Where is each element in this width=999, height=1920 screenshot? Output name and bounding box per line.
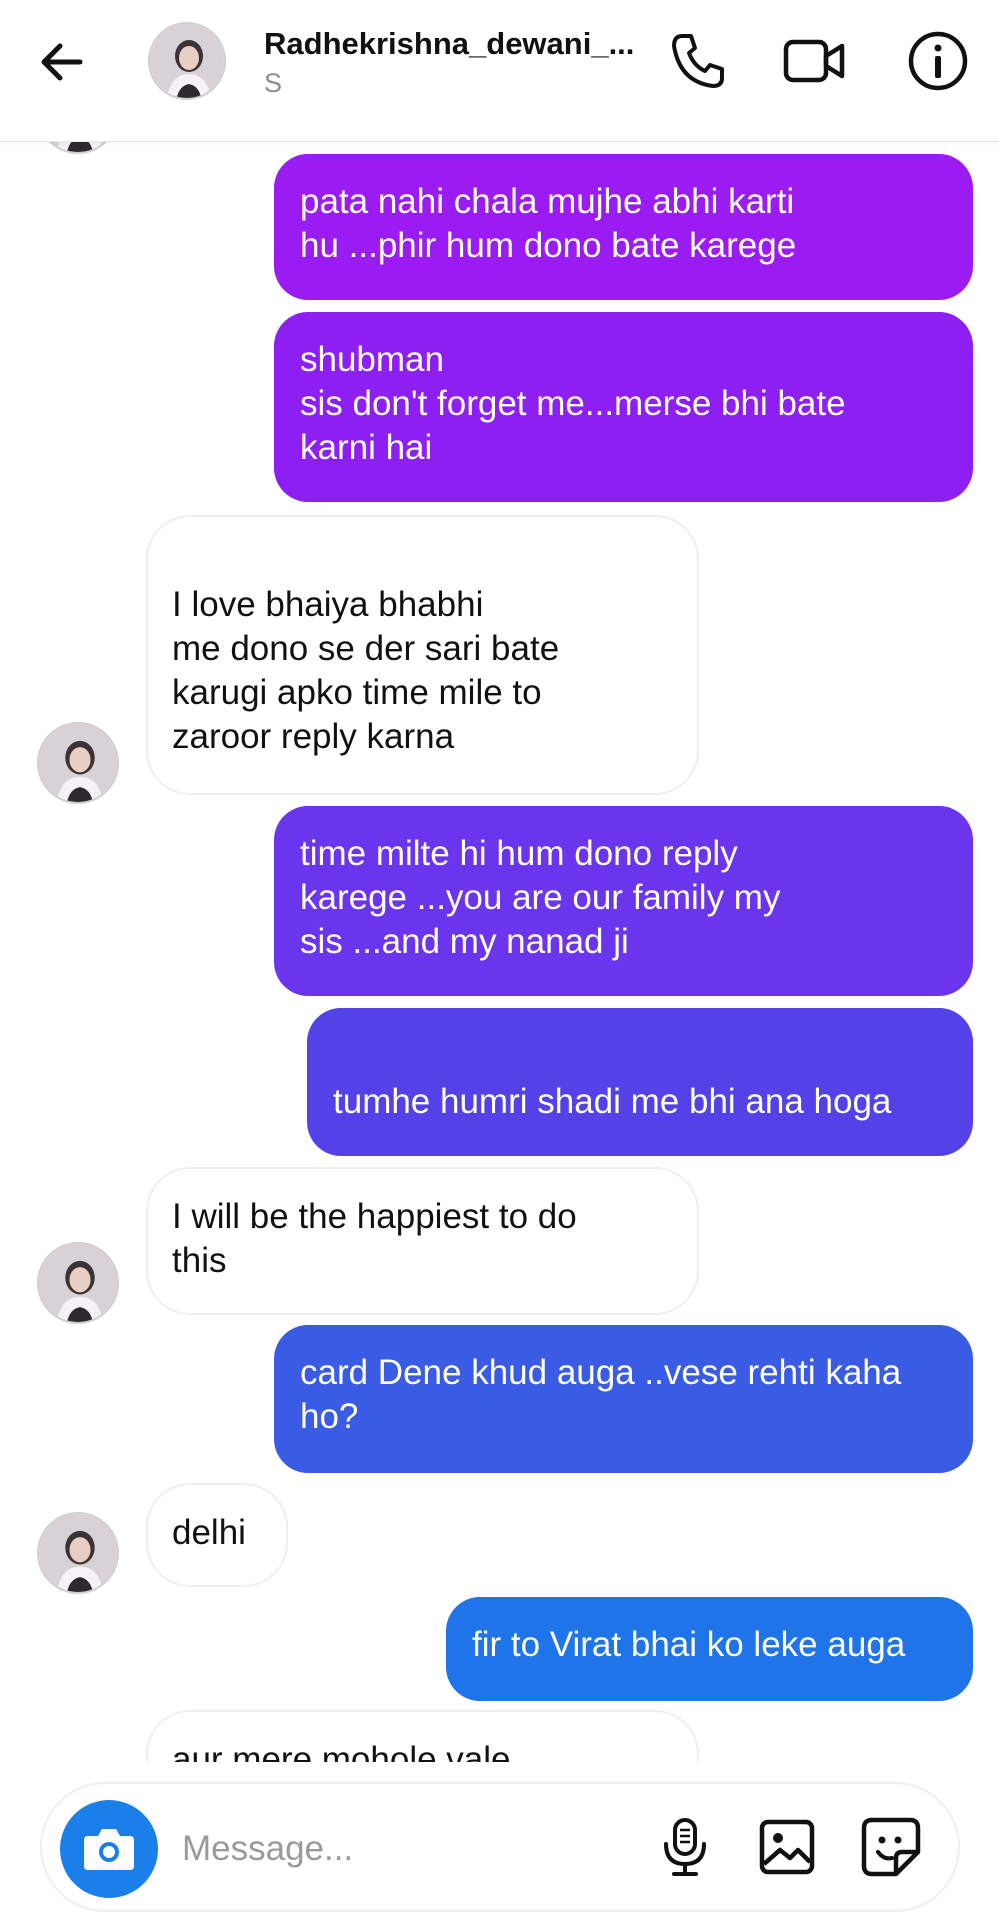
camera-button[interactable] bbox=[60, 1800, 158, 1898]
back-arrow-icon bbox=[41, 43, 83, 81]
contact-avatar[interactable] bbox=[148, 22, 226, 100]
sticker-icon bbox=[861, 1817, 921, 1877]
voice-message-button[interactable] bbox=[652, 1814, 718, 1880]
info-icon bbox=[908, 31, 968, 91]
sender-avatar bbox=[37, 1512, 119, 1594]
outgoing-message[interactable]: fir to Virat bhai ko leke auga bbox=[446, 1597, 973, 1701]
chat-header: Radhekrishna_dewani_... S bbox=[0, 0, 999, 142]
message-input[interactable] bbox=[182, 1814, 662, 1884]
camera-icon bbox=[84, 1829, 134, 1870]
phone-icon bbox=[672, 34, 724, 88]
incoming-message[interactable]: aur mere mohole vale bbox=[146, 1710, 699, 1762]
sender-avatar bbox=[37, 722, 119, 804]
info-button[interactable] bbox=[905, 28, 971, 94]
outgoing-message[interactable]: pata nahi chala mujhe abhi karti hu ...p… bbox=[274, 154, 973, 300]
sender-avatar bbox=[37, 142, 119, 154]
contact-username[interactable]: Radhekrishna_dewani_... bbox=[264, 26, 634, 62]
video-icon bbox=[783, 39, 845, 83]
outgoing-message[interactable]: shubman sis don't forget me...merse bhi … bbox=[274, 312, 973, 502]
contact-status: S bbox=[264, 68, 283, 98]
sender-avatar bbox=[37, 1242, 119, 1324]
sticker-button[interactable] bbox=[858, 1814, 924, 1880]
back-button[interactable] bbox=[36, 38, 90, 86]
incoming-message[interactable]: I will be the happiest to do this bbox=[146, 1167, 699, 1315]
call-button[interactable] bbox=[664, 28, 730, 94]
video-call-button[interactable] bbox=[782, 28, 848, 94]
gallery-icon bbox=[759, 1819, 815, 1875]
incoming-message[interactable]: delhi bbox=[146, 1483, 288, 1587]
outgoing-message[interactable]: tumhe humri shadi me bhi ana hoga bbox=[307, 1008, 973, 1156]
incoming-message[interactable]: I love bhaiya bhabhi me dono se der sari… bbox=[146, 515, 699, 795]
gallery-button[interactable] bbox=[754, 1814, 820, 1880]
message-thread[interactable]: pata nahi chala mujhe abhi karti hu ...p… bbox=[0, 142, 999, 1762]
outgoing-message[interactable]: time milte hi hum dono reply karege ...y… bbox=[274, 806, 973, 996]
microphone-icon bbox=[664, 1818, 706, 1876]
outgoing-message[interactable]: card Dene khud auga ..vese rehti kaha ho… bbox=[274, 1325, 973, 1473]
message-composer bbox=[40, 1782, 960, 1912]
